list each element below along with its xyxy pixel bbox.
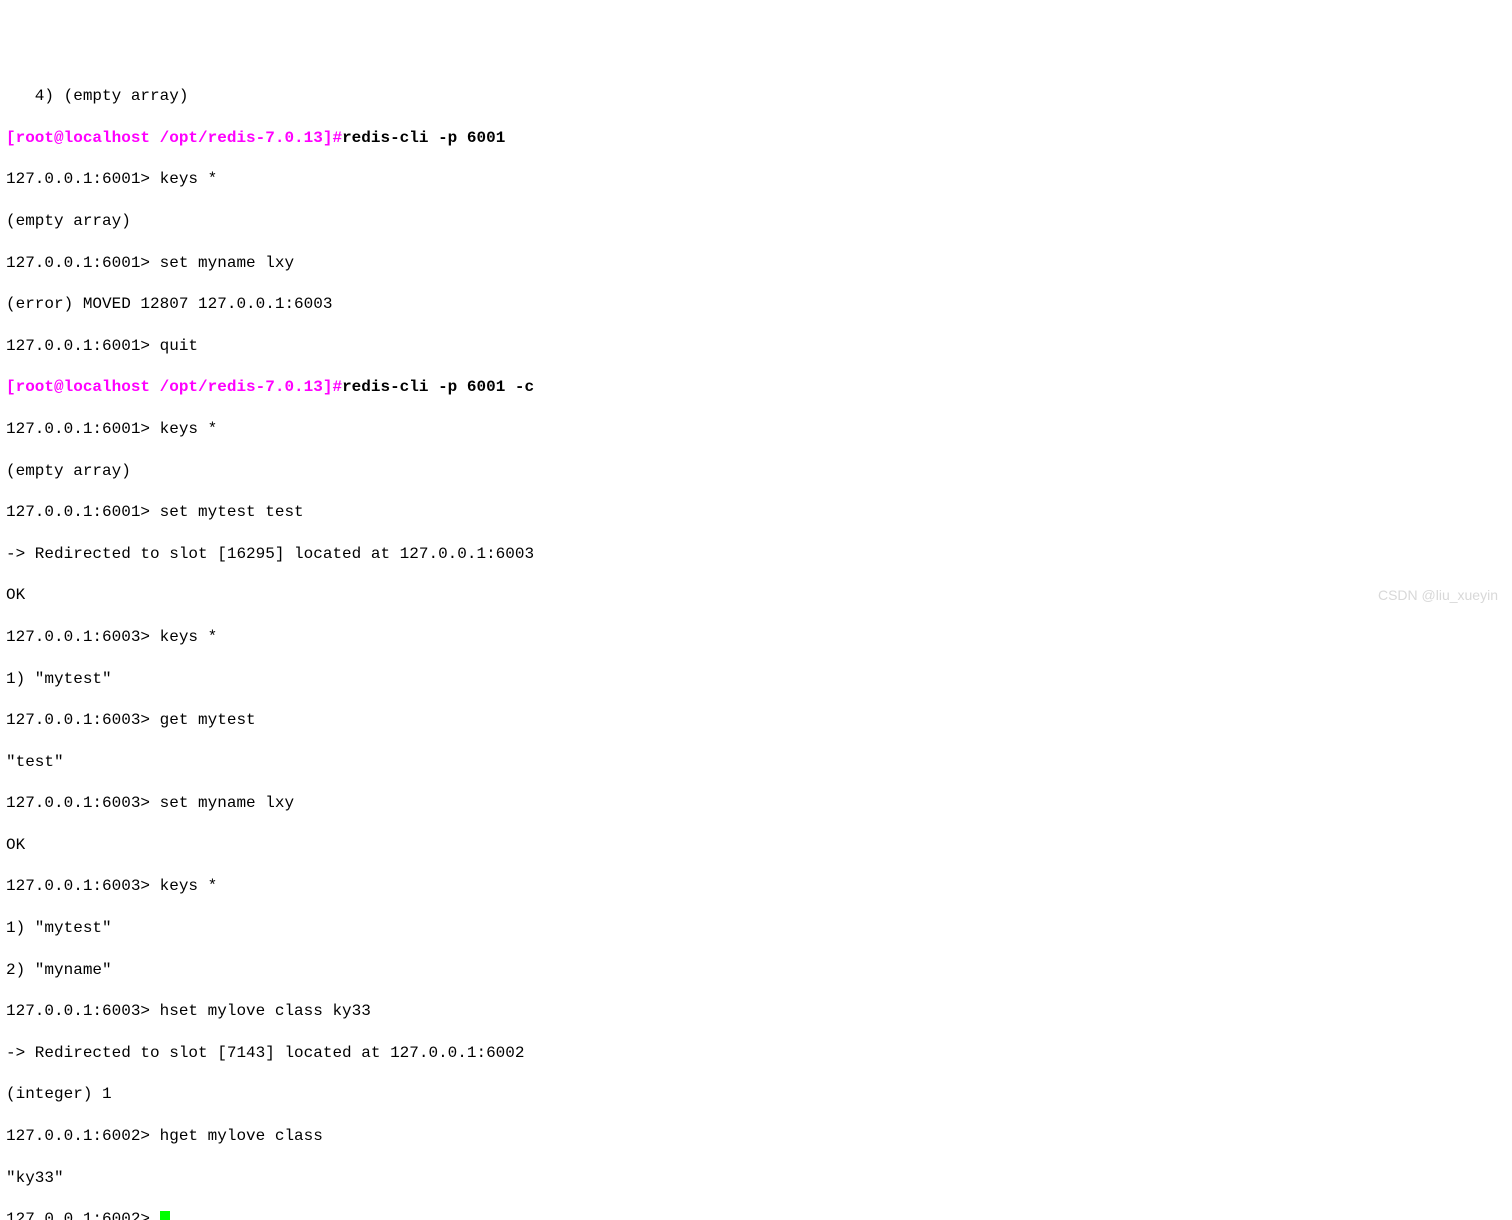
terminal-line-prompt[interactable]: [root@localhost /opt/redis-7.0.13]#redis…: [6, 128, 1506, 149]
terminal-line: 1) "mytest": [6, 669, 1506, 690]
terminal-line: (empty array): [6, 461, 1506, 482]
redis-prompt: 127.0.0.1:6002>: [6, 1210, 160, 1220]
terminal-line: 127.0.0.1:6003> keys *: [6, 876, 1506, 897]
terminal-line: 1) "mytest": [6, 918, 1506, 939]
terminal-line: 127.0.0.1:6001> keys *: [6, 419, 1506, 440]
terminal-line: -> Redirected to slot [7143] located at …: [6, 1043, 1506, 1064]
terminal-line-prompt[interactable]: [root@localhost /opt/redis-7.0.13]#redis…: [6, 377, 1506, 398]
terminal-line: 127.0.0.1:6001> set mytest test: [6, 502, 1506, 523]
terminal-line: "ky33": [6, 1168, 1506, 1189]
terminal-line: 4) (empty array): [6, 86, 1506, 107]
terminal-line: 127.0.0.1:6002> hget mylove class: [6, 1126, 1506, 1147]
terminal-line: 127.0.0.1:6003> keys *: [6, 627, 1506, 648]
terminal-line: 127.0.0.1:6003> get mytest: [6, 710, 1506, 731]
shell-prompt: [root@localhost /opt/redis-7.0.13]#: [6, 378, 342, 396]
shell-command: redis-cli -p 6001 -c: [342, 378, 534, 396]
terminal-line: (error) MOVED 12807 127.0.0.1:6003: [6, 294, 1506, 315]
terminal-line-active[interactable]: 127.0.0.1:6002>: [6, 1209, 1506, 1220]
terminal-line: "test": [6, 752, 1506, 773]
terminal-line: OK: [6, 585, 1506, 606]
terminal-line: 127.0.0.1:6001> keys *: [6, 169, 1506, 190]
terminal-line: OK: [6, 835, 1506, 856]
terminal-line: 2) "myname": [6, 960, 1506, 981]
terminal-line: (empty array): [6, 211, 1506, 232]
terminal-line: (integer) 1: [6, 1084, 1506, 1105]
terminal-line: -> Redirected to slot [16295] located at…: [6, 544, 1506, 565]
shell-command: redis-cli -p 6001: [342, 129, 505, 147]
watermark-text: CSDN @liu_xueyin: [1378, 586, 1498, 604]
terminal-line: 127.0.0.1:6001> set myname lxy: [6, 253, 1506, 274]
terminal-line: 127.0.0.1:6003> set myname lxy: [6, 793, 1506, 814]
terminal-line: 127.0.0.1:6001> quit: [6, 336, 1506, 357]
shell-prompt: [root@localhost /opt/redis-7.0.13]#: [6, 129, 342, 147]
cursor-icon: [160, 1211, 170, 1220]
terminal-line: 127.0.0.1:6003> hset mylove class ky33: [6, 1001, 1506, 1022]
